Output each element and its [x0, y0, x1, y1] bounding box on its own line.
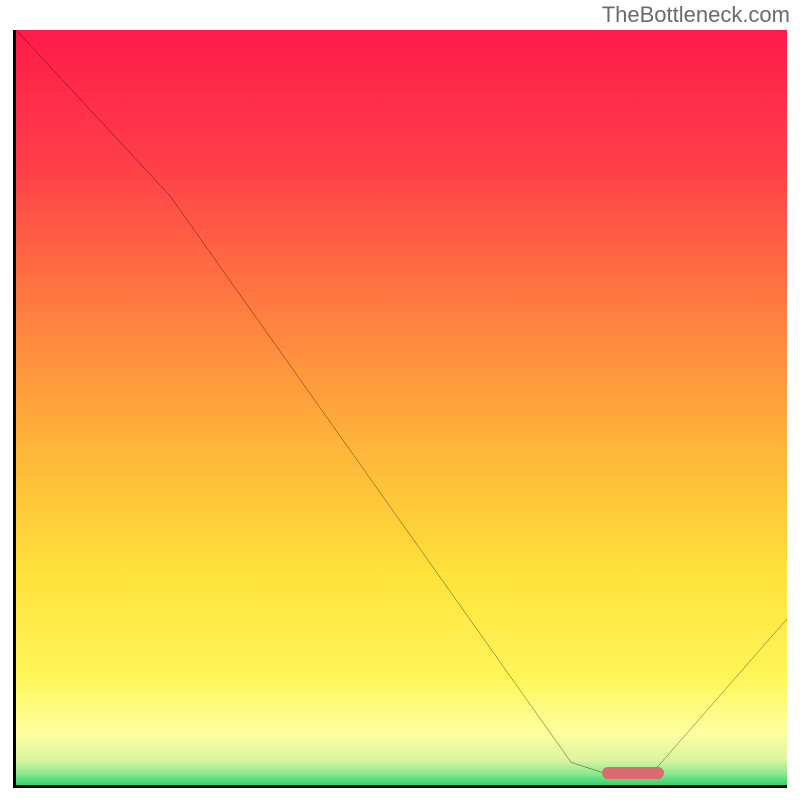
- optimal-marker: [602, 767, 664, 779]
- watermark-text: TheBottleneck.com: [602, 2, 790, 28]
- plot-area: [13, 30, 787, 788]
- chart-container: TheBottleneck.com: [0, 0, 800, 800]
- bottleneck-curve: [16, 30, 787, 785]
